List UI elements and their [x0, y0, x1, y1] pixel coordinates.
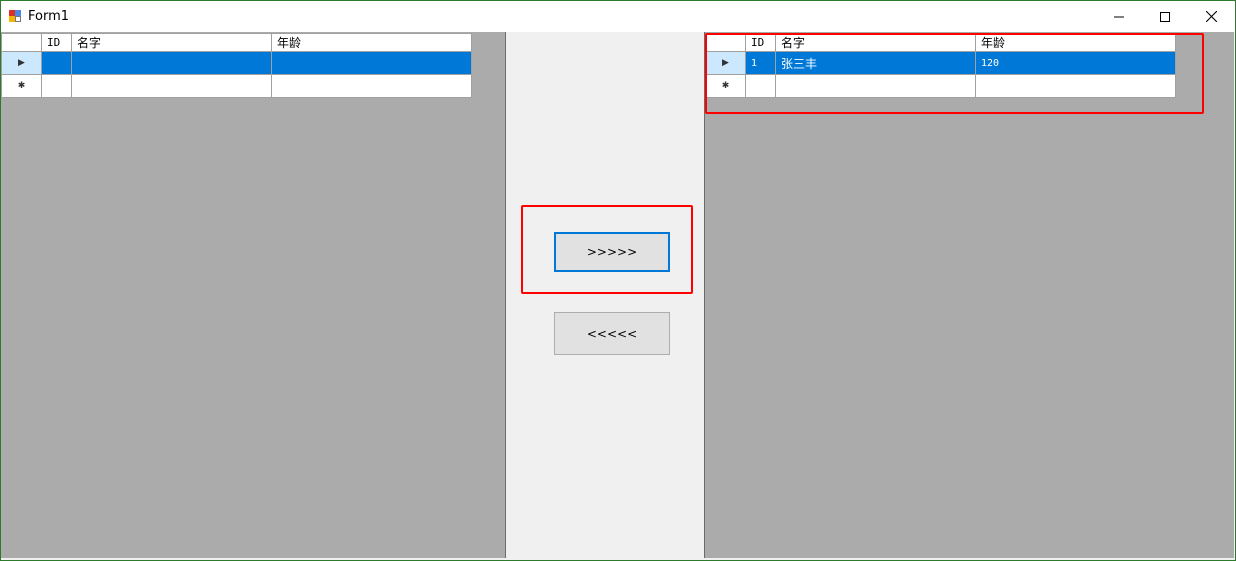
cell-id[interactable] [41, 74, 72, 98]
row-header[interactable]: ✱ [1, 74, 42, 98]
column-header-age[interactable]: 年龄 [271, 33, 472, 52]
maximize-icon [1160, 11, 1170, 22]
title-bar[interactable]: Form1 [1, 1, 1235, 32]
new-row-icon: ✱ [17, 81, 26, 91]
app-icon [9, 10, 22, 22]
minimize-icon [1114, 16, 1124, 17]
table-row[interactable]: ▶ [1, 51, 472, 75]
left-data-grid[interactable]: ID 名字 年龄 ▶ ✱ [1, 32, 506, 558]
maximize-button[interactable] [1142, 1, 1188, 32]
close-button[interactable] [1188, 1, 1234, 32]
minimize-button[interactable] [1096, 1, 1142, 32]
left-grid-table: ID 名字 年龄 ▶ ✱ [1, 33, 472, 98]
annotation-box-button [521, 205, 693, 294]
cell-age[interactable] [271, 51, 472, 75]
column-header-name[interactable]: 名字 [71, 33, 272, 52]
new-row[interactable]: ✱ [1, 74, 472, 98]
column-header-id[interactable]: ID [41, 33, 72, 52]
cell-name[interactable] [71, 74, 272, 98]
annotation-box-grid [705, 33, 1204, 114]
row-header[interactable]: ▶ [1, 51, 42, 75]
app-window: Form1 ID 名字 年龄 ▶ ✱ >>>>> <<<<< ID 名字 年龄 … [0, 0, 1236, 561]
cell-name[interactable] [71, 51, 272, 75]
header-row: ID 名字 年龄 [1, 33, 472, 52]
current-row-icon: ▶ [18, 58, 25, 68]
close-icon [1205, 11, 1217, 22]
cell-age[interactable] [271, 74, 472, 98]
middle-panel: >>>>> <<<<< [507, 32, 704, 558]
move-left-button[interactable]: <<<<< [554, 312, 670, 355]
cell-id[interactable] [41, 51, 72, 75]
corner-header[interactable] [1, 33, 42, 52]
window-title: Form1 [28, 9, 70, 24]
